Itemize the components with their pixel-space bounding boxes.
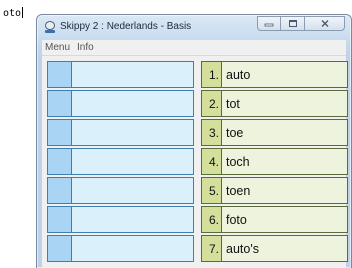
caption-buttons [257,16,345,32]
suggestion-row[interactable]: 1. auto [201,61,348,88]
minimize-icon [264,23,274,26]
suggestion-row[interactable]: 2. tot [201,90,348,117]
input-row-marker[interactable] [48,236,72,261]
suggestion-row[interactable]: 5. toen [201,177,348,204]
suggestion-row[interactable]: 7. auto's [201,235,348,262]
title-bar[interactable]: Skippy 2 : Nederlands - Basis [37,15,351,39]
minimize-button[interactable] [257,16,281,31]
close-icon [321,20,328,27]
menu-item-info[interactable]: Info [74,42,98,53]
suggestion-number: 5. [202,178,222,203]
maximize-button[interactable] [281,16,305,31]
input-row-field[interactable] [72,178,193,203]
input-row-marker[interactable] [48,120,72,145]
suggestion-word[interactable]: auto [222,62,347,87]
suggestion-row[interactable]: 6. foto [201,206,348,233]
input-row[interactable] [47,206,194,233]
suggestion-word[interactable]: auto's [222,236,347,261]
input-row-marker[interactable] [48,91,72,116]
suggestion-word[interactable]: toen [222,178,347,203]
typed-text: oto [3,8,22,19]
suggestion-word[interactable]: tot [222,91,347,116]
input-row-field[interactable] [72,120,193,145]
input-row-field[interactable] [72,91,193,116]
suggestion-row[interactable]: 4. toch [201,148,348,175]
suggestion-number: 6. [202,207,222,232]
close-button[interactable] [305,16,345,31]
input-row-field[interactable] [72,149,193,174]
suggestion-word[interactable]: toe [222,120,347,145]
input-row-field[interactable] [72,207,193,232]
window-title: Skippy 2 : Nederlands - Basis [60,21,192,32]
suggestion-row[interactable]: 3. toe [201,119,348,146]
suggestion-number: 3. [202,120,222,145]
suggestion-word[interactable]: foto [222,207,347,232]
menu-item-menu[interactable]: Menu [42,42,74,53]
suggestion-word[interactable]: toch [222,149,347,174]
input-row-marker[interactable] [48,149,72,174]
suggestion-number: 7. [202,236,222,261]
input-row[interactable] [47,119,194,146]
input-row-marker[interactable] [48,207,72,232]
typed-text-area[interactable]: oto [3,7,24,20]
input-row[interactable] [47,61,194,88]
app-icon [45,21,55,33]
suggestion-number: 2. [202,91,222,116]
skippy-window: Skippy 2 : Nederlands - Basis Menu Info … [36,14,352,268]
input-row-field[interactable] [72,62,193,87]
input-row-field[interactable] [72,236,193,261]
input-row[interactable] [47,235,194,262]
input-row-marker[interactable] [48,62,72,87]
input-row-marker[interactable] [48,178,72,203]
suggestion-number: 1. [202,62,222,87]
input-row[interactable] [47,90,194,117]
text-caret [22,7,24,18]
client-area: 1. auto 2. tot 3. toe 4. toch 5. toen 6. foto 7. auto… [42,56,348,268]
input-row[interactable] [47,148,194,175]
suggestion-number: 4. [202,149,222,174]
input-row[interactable] [47,177,194,204]
menu-bar: Menu Info [42,40,346,56]
maximize-icon [288,20,297,27]
